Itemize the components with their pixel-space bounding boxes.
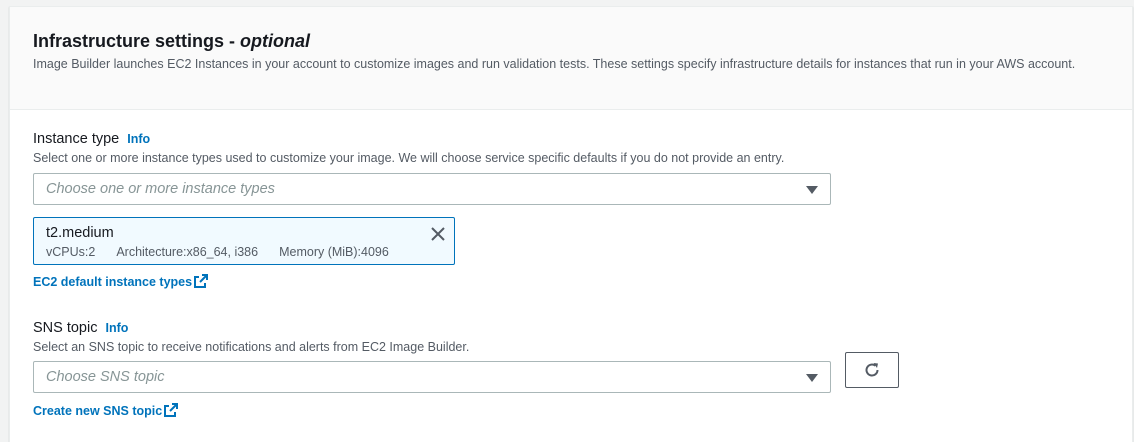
infrastructure-settings-panel: Infrastructure settings - optional Image… [9,6,1133,442]
token-architecture: Architecture:x86_64, i386 [116,245,259,259]
create-new-sns-topic-link[interactable]: Create new SNS topic [33,402,179,419]
sns-topic-label: SNS topic Info [33,319,128,337]
instance-type-placeholder: Choose one or more instance types [46,181,275,197]
panel-title: Infrastructure settings - optional [33,29,310,53]
refresh-icon [865,363,879,377]
instance-type-label-text: Instance type [33,131,120,147]
sns-topic-label-text: SNS topic [33,320,98,336]
ec2-default-instance-types-text: EC2 default instance types [33,275,193,289]
external-link-icon [194,274,209,288]
instance-type-token: t2.medium vCPUs:2 Architecture:x86_64, i3… [33,217,455,265]
token-memory: Memory (MiB):4096 [279,245,389,259]
instance-type-hint: Select one or more instance types used t… [33,151,785,165]
instance-type-label: Instance type Info [33,130,150,148]
panel-header: Infrastructure settings - optional Image… [10,7,1132,110]
sns-topic-select[interactable]: Choose SNS topic [33,361,831,393]
close-icon[interactable] [430,226,446,242]
external-link-icon [164,403,179,417]
instance-type-info-link[interactable]: Info [127,132,150,146]
create-new-sns-topic-text: Create new SNS topic [33,404,163,418]
sns-topic-placeholder: Choose SNS topic [46,369,165,385]
caret-down-icon [806,374,818,382]
token-vcpus: vCPUs:2 [46,245,96,259]
caret-down-icon [806,186,818,194]
instance-type-select[interactable]: Choose one or more instance types [33,173,831,205]
sns-topic-hint: Select an SNS topic to receive notificat… [33,340,470,354]
sns-topic-info-link[interactable]: Info [105,321,128,335]
panel-title-text: Infrastructure settings - [33,31,241,51]
panel-description: Image Builder launches EC2 Instances in … [33,57,1076,71]
token-meta: vCPUs:2 Architecture:x86_64, i386 Memory (… [46,245,410,260]
ec2-default-instance-types-link[interactable]: EC2 default instance types [33,273,209,290]
panel-title-optional: optional [240,31,311,51]
token-name: t2.medium [46,225,114,241]
refresh-sns-topics-button[interactable] [845,352,899,388]
